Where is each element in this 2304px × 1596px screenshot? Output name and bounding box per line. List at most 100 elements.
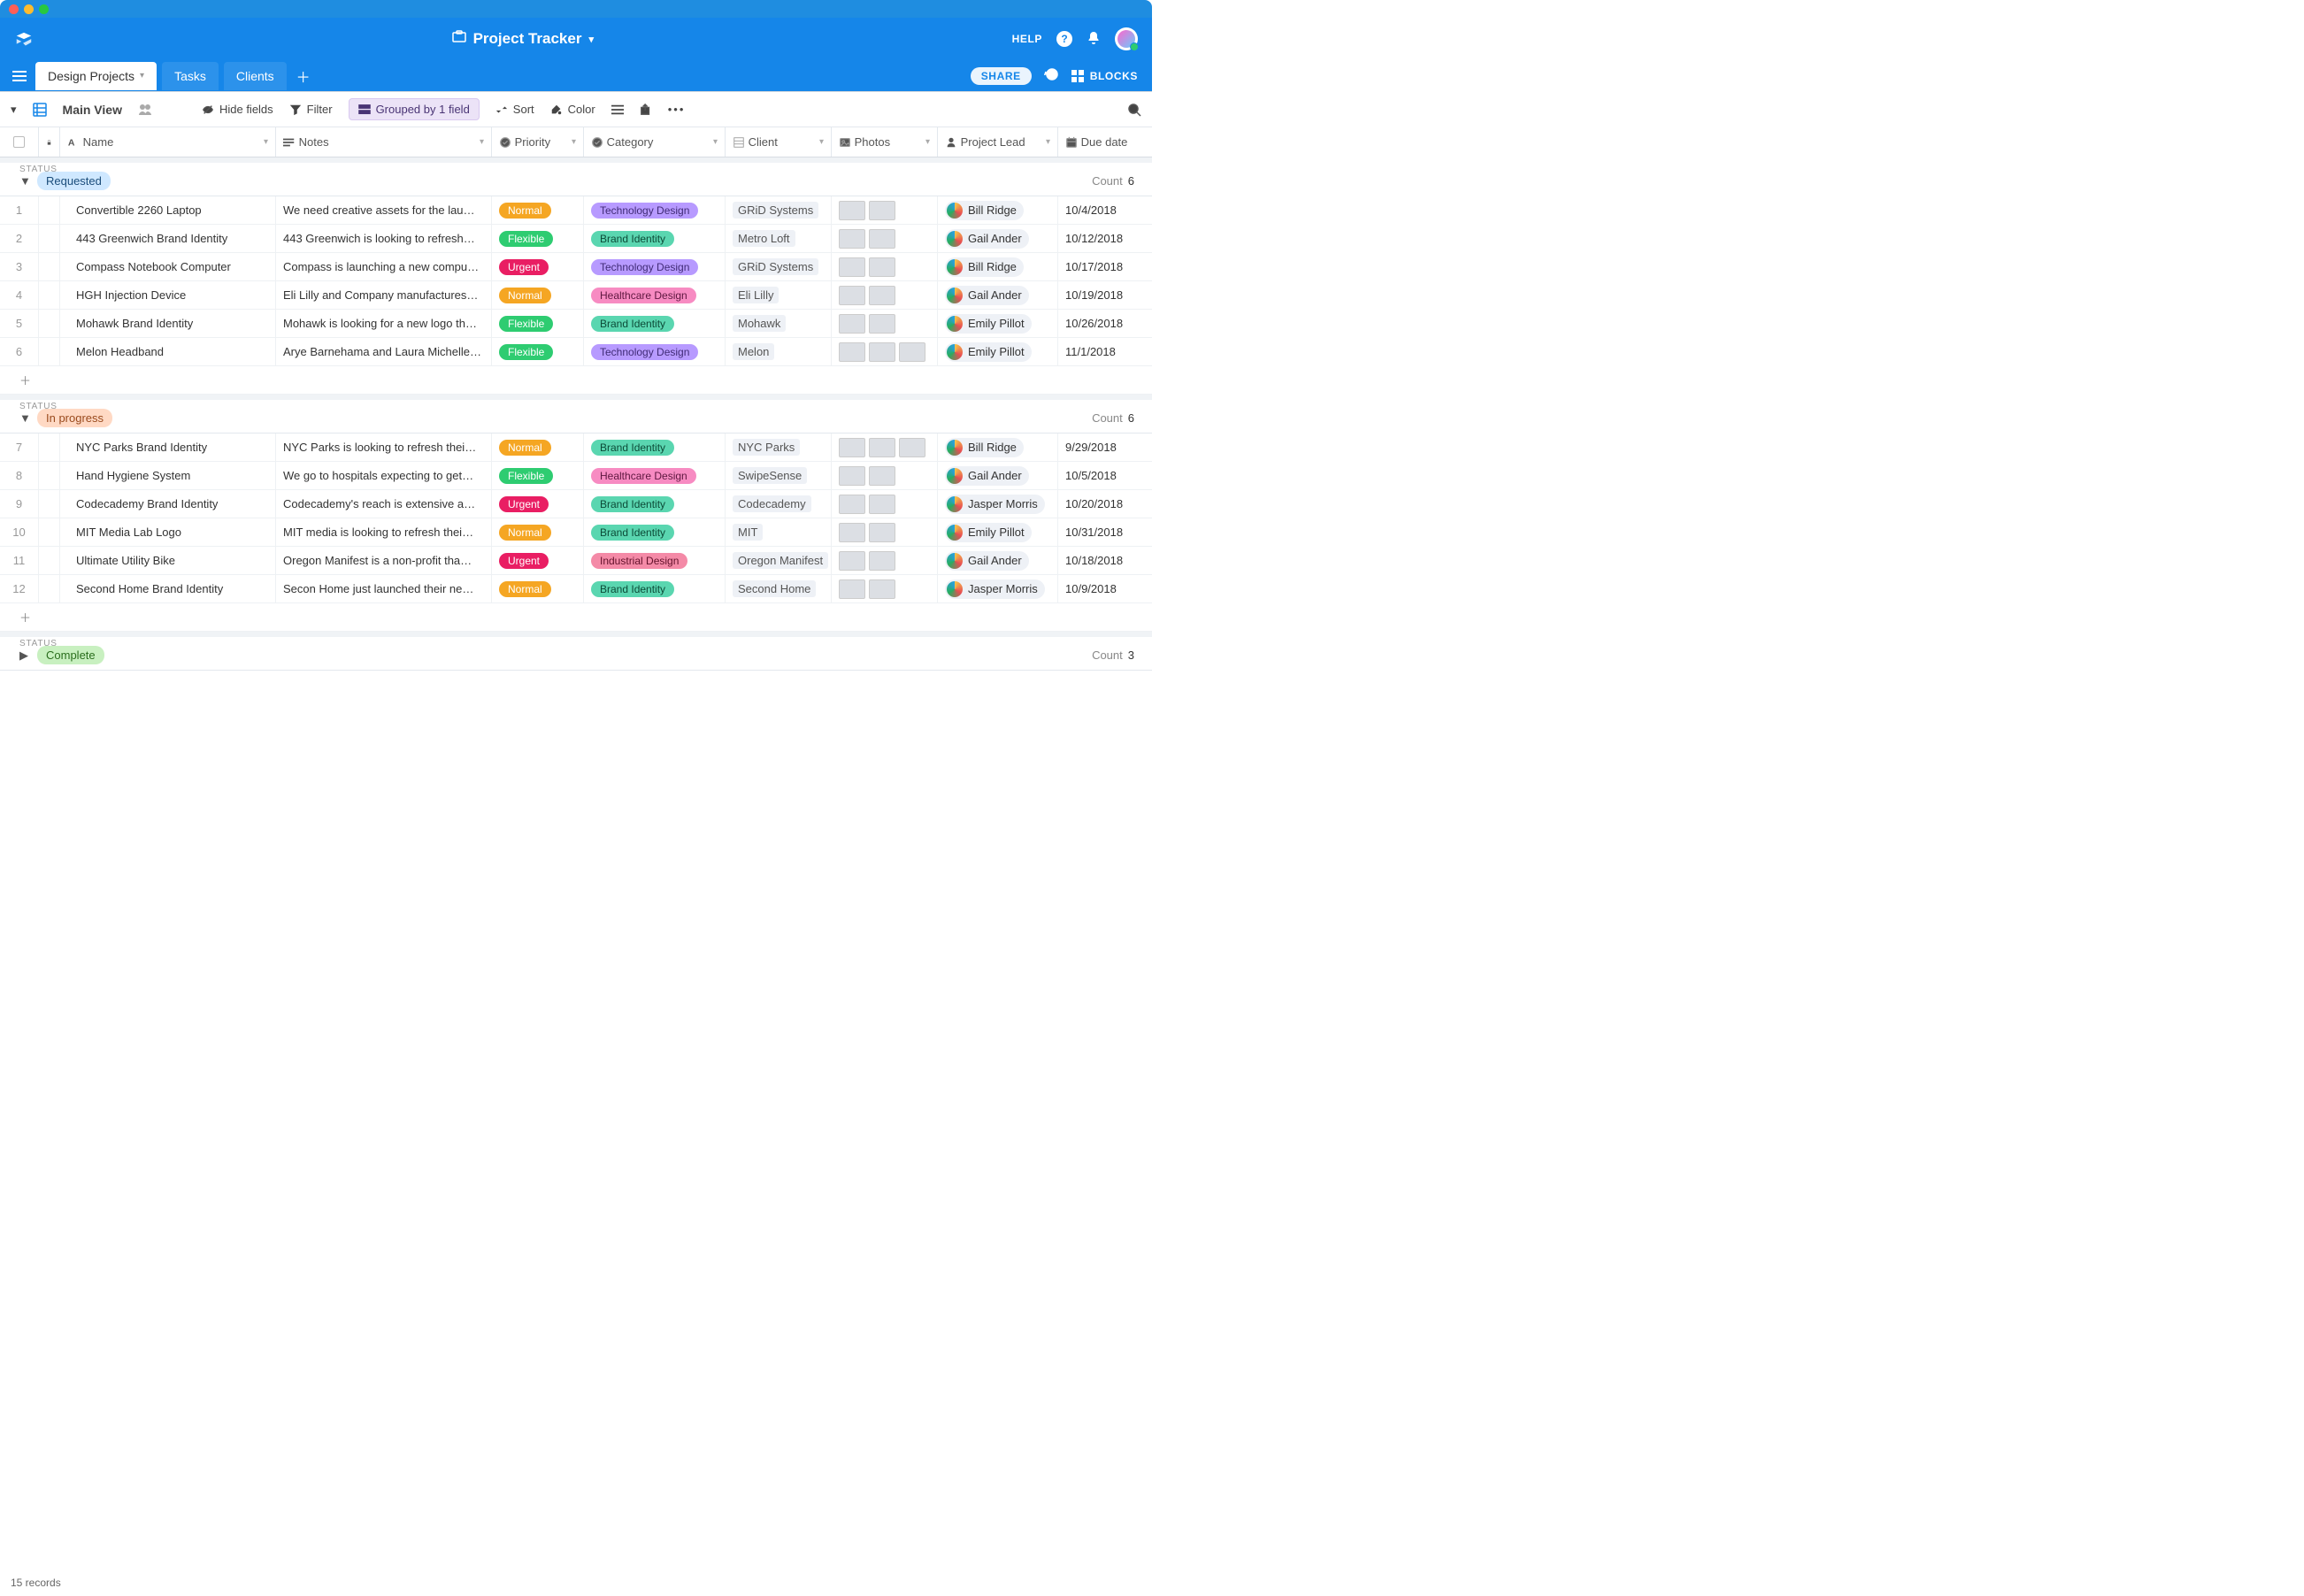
cell-category[interactable]: Healthcare Design xyxy=(584,281,726,309)
cell-name[interactable]: MIT Media Lab Logo xyxy=(60,518,276,546)
table-row[interactable]: 9 Codecademy Brand Identity Codecademy's… xyxy=(0,490,1152,518)
cell-lead[interactable]: Emily Pillot xyxy=(938,338,1058,365)
cell-notes[interactable]: NYC Parks is looking to refresh thei… xyxy=(276,434,492,461)
cell-due[interactable]: 10/5/2018 xyxy=(1058,462,1147,489)
photo-thumbnail[interactable] xyxy=(869,201,895,220)
cell-photos[interactable] xyxy=(832,490,938,518)
group-header[interactable]: ▼ STATUS Requested Count 6 xyxy=(0,157,1152,196)
cell-notes[interactable]: Mohawk is looking for a new logo th… xyxy=(276,310,492,337)
cell-priority[interactable]: Urgent xyxy=(492,547,584,574)
cell-priority[interactable]: Normal xyxy=(492,434,584,461)
blocks-button[interactable]: BLOCKS xyxy=(1071,69,1138,83)
cell-category[interactable]: Brand Identity xyxy=(584,575,726,602)
cell-due[interactable]: 10/9/2018 xyxy=(1058,575,1147,602)
table-tab[interactable]: Tasks xyxy=(162,62,219,90)
cell-client[interactable]: NYC Parks xyxy=(726,434,832,461)
photo-thumbnail[interactable] xyxy=(899,342,925,362)
table-row[interactable]: 8 Hand Hygiene System We go to hospitals… xyxy=(0,462,1152,490)
cell-photos[interactable] xyxy=(832,518,938,546)
photo-thumbnail[interactable] xyxy=(869,229,895,249)
base-title-caret-icon[interactable]: ▾ xyxy=(588,34,594,45)
cell-category[interactable]: Technology Design xyxy=(584,196,726,224)
cell-due[interactable]: 10/20/2018 xyxy=(1058,490,1147,518)
more-options-icon[interactable]: ••• xyxy=(668,103,686,116)
help-link[interactable]: HELP xyxy=(1012,33,1042,45)
photo-thumbnail[interactable] xyxy=(839,495,865,514)
color-button[interactable]: Color xyxy=(550,103,595,116)
cell-notes[interactable]: 443 Greenwich is looking to refresh… xyxy=(276,225,492,252)
cell-photos[interactable] xyxy=(832,434,938,461)
cell-due[interactable]: 11/1/2018 xyxy=(1058,338,1147,365)
cell-category[interactable]: Brand Identity xyxy=(584,225,726,252)
table-row[interactable]: 10 MIT Media Lab Logo MIT media is looki… xyxy=(0,518,1152,547)
cell-lead[interactable]: Jasper Morris xyxy=(938,490,1058,518)
table-row[interactable]: 11 Ultimate Utility Bike Oregon Manifest… xyxy=(0,547,1152,575)
cell-client[interactable]: Eli Lilly xyxy=(726,281,832,309)
cell-client[interactable]: MIT xyxy=(726,518,832,546)
cell-notes[interactable]: Codecademy's reach is extensive a… xyxy=(276,490,492,518)
search-icon[interactable] xyxy=(1127,103,1141,117)
table-row[interactable]: 7 NYC Parks Brand Identity NYC Parks is … xyxy=(0,434,1152,462)
photo-thumbnail[interactable] xyxy=(869,551,895,571)
sidebar-menu-icon[interactable] xyxy=(9,65,30,87)
table-row[interactable]: 3 Compass Notebook Computer Compass is l… xyxy=(0,253,1152,281)
photo-thumbnail[interactable] xyxy=(839,551,865,571)
table-row[interactable]: 6 Melon Headband Arye Barnehama and Laur… xyxy=(0,338,1152,366)
cell-name[interactable]: Ultimate Utility Bike xyxy=(60,547,276,574)
table-row[interactable]: 1 Convertible 2260 Laptop We need creati… xyxy=(0,196,1152,225)
add-row-button[interactable]: ＋ xyxy=(0,366,1152,395)
cell-photos[interactable] xyxy=(832,575,938,602)
photo-thumbnail[interactable] xyxy=(869,438,895,457)
help-icon[interactable]: ? xyxy=(1056,31,1072,47)
cell-lead[interactable]: Bill Ridge xyxy=(938,196,1058,224)
photo-thumbnail[interactable] xyxy=(839,201,865,220)
photo-thumbnail[interactable] xyxy=(839,286,865,305)
cell-photos[interactable] xyxy=(832,547,938,574)
column-header-client[interactable]: Client▾ xyxy=(726,127,832,157)
share-button[interactable]: SHARE xyxy=(971,67,1032,85)
column-header-lead[interactable]: Project Lead▾ xyxy=(938,127,1058,157)
cell-photos[interactable] xyxy=(832,225,938,252)
column-header-notes[interactable]: Notes▾ xyxy=(276,127,492,157)
photo-thumbnail[interactable] xyxy=(869,257,895,277)
cell-priority[interactable]: Normal xyxy=(492,196,584,224)
cell-client[interactable]: Melon xyxy=(726,338,832,365)
cell-notes[interactable]: Arye Barnehama and Laura Michelle… xyxy=(276,338,492,365)
cell-priority[interactable]: Flexible xyxy=(492,338,584,365)
cell-lead[interactable]: Gail Ander xyxy=(938,547,1058,574)
photo-thumbnail[interactable] xyxy=(869,466,895,486)
cell-notes[interactable]: Oregon Manifest is a non-profit tha… xyxy=(276,547,492,574)
group-header[interactable]: ▼ STATUS In progress Count 6 xyxy=(0,395,1152,434)
table-row[interactable]: 4 HGH Injection Device Eli Lilly and Com… xyxy=(0,281,1152,310)
cell-photos[interactable] xyxy=(832,196,938,224)
cell-client[interactable]: Codecademy xyxy=(726,490,832,518)
cell-client[interactable]: Second Home xyxy=(726,575,832,602)
cell-priority[interactable]: Normal xyxy=(492,281,584,309)
cell-priority[interactable]: Flexible xyxy=(492,310,584,337)
cell-client[interactable]: Oregon Manifest xyxy=(726,547,832,574)
cell-priority[interactable]: Flexible xyxy=(492,462,584,489)
cell-category[interactable]: Brand Identity xyxy=(584,434,726,461)
cell-lead[interactable]: Bill Ridge xyxy=(938,253,1058,280)
cell-lead[interactable]: Gail Ander xyxy=(938,462,1058,489)
group-toggle-icon[interactable]: ▼ xyxy=(19,411,30,425)
photo-thumbnail[interactable] xyxy=(869,286,895,305)
cell-notes[interactable]: MIT media is looking to refresh thei… xyxy=(276,518,492,546)
cell-name[interactable]: NYC Parks Brand Identity xyxy=(60,434,276,461)
select-all-checkbox[interactable] xyxy=(0,127,39,157)
photo-thumbnail[interactable] xyxy=(869,579,895,599)
cell-due[interactable]: 10/4/2018 xyxy=(1058,196,1147,224)
cell-due[interactable]: 10/12/2018 xyxy=(1058,225,1147,252)
cell-photos[interactable] xyxy=(832,338,938,365)
photo-thumbnail[interactable] xyxy=(839,523,865,542)
add-table-tab-button[interactable]: ＋ xyxy=(292,65,315,88)
cell-name[interactable]: Hand Hygiene System xyxy=(60,462,276,489)
app-logo-icon[interactable] xyxy=(14,31,34,47)
minimize-window-dot[interactable] xyxy=(24,4,34,14)
cell-client[interactable]: Metro Loft xyxy=(726,225,832,252)
cell-notes[interactable]: We go to hospitals expecting to get… xyxy=(276,462,492,489)
cell-lead[interactable]: Emily Pillot xyxy=(938,518,1058,546)
column-header-category[interactable]: Category▾ xyxy=(584,127,726,157)
cell-photos[interactable] xyxy=(832,281,938,309)
cell-category[interactable]: Healthcare Design xyxy=(584,462,726,489)
